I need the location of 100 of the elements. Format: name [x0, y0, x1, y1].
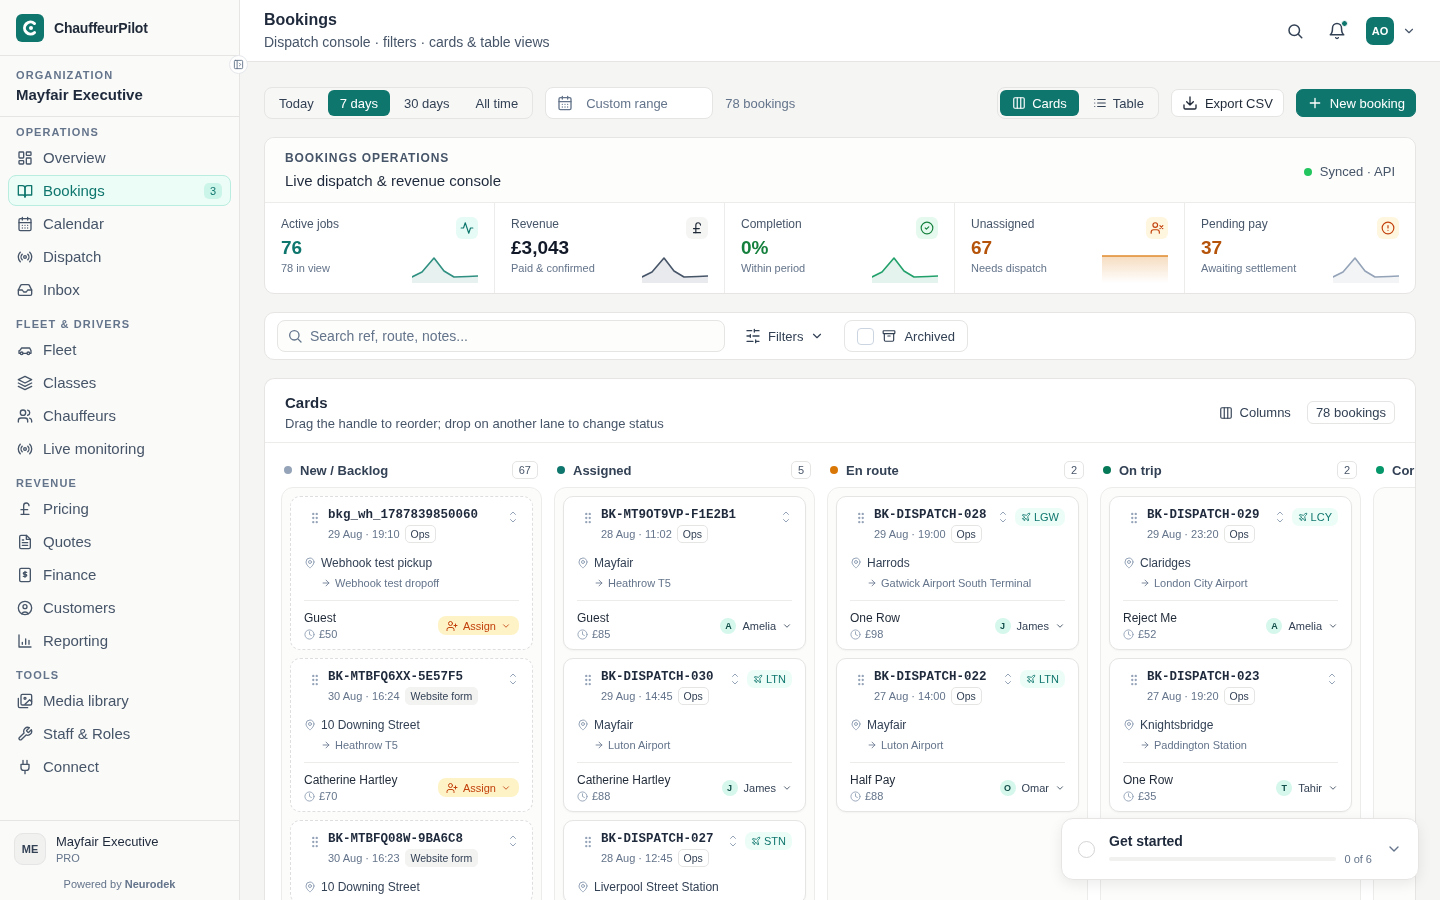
booking-ref: bkg_wh_1787839850060: [328, 508, 480, 522]
section-title: REVENUE: [15, 476, 78, 491]
sidebar-item-label: Classes: [43, 374, 98, 391]
sidebar-item[interactable]: Calendar: [8, 208, 231, 239]
sidebar-item[interactable]: Media library: [8, 685, 231, 716]
sidebar-item[interactable]: Customers: [8, 592, 231, 623]
export-csv-button[interactable]: Export CSV: [1170, 89, 1284, 117]
source-tag: Ops: [676, 525, 708, 543]
account-avatar[interactable]: ME: [14, 833, 46, 865]
sidebar-item[interactable]: Fleet: [8, 334, 231, 365]
bookings-count: 78 bookings: [725, 95, 796, 111]
columns-icon: [1012, 96, 1027, 110]
price: £52: [1138, 628, 1157, 640]
booking-card[interactable]: BK-DISPATCH-023 27 Aug · 19:20 Ops Knightsbridge Paddington Station One Row £35 T Tahir: [1109, 658, 1352, 812]
plane-icon: [1020, 512, 1031, 522]
sidebar-item[interactable]: Chauffeurs: [8, 400, 231, 431]
customer-name: Guest: [304, 611, 337, 625]
sidebar-item[interactable]: Pricing: [8, 493, 231, 524]
sidebar-item[interactable]: Quotes: [8, 526, 231, 557]
booking-card[interactable]: BK-MTBFQ6XX-5E57F5 30 Aug · 16:24 Website form 10 Downing Street Heathrow T5 Catherine Hartley £70 Assign: [290, 658, 533, 812]
sidebar-item-label: Fleet: [43, 341, 78, 358]
driver-select[interactable]: J James: [721, 779, 792, 796]
org-label: ORGANIZATION: [16, 69, 115, 81]
booking-card[interactable]: bkg_wh_1787839850060 29 Aug · 19:10 Ops Webhook test pickup Webhook test dropoff Guest £50 Assign: [290, 496, 533, 650]
source-tag: Ops: [1223, 525, 1255, 543]
booking-time: 30 Aug · 16:24: [328, 690, 400, 702]
sidebar-item-label: Pricing: [43, 500, 90, 517]
sidebar-item[interactable]: Inbox: [8, 274, 231, 305]
booking-card[interactable]: BK-DISPATCH-027 28 Aug · 12:45 Ops STN Liverpool Street Station: [563, 820, 806, 900]
source-tag: Ops: [1223, 687, 1255, 705]
view-tab[interactable]: Table: [1080, 90, 1156, 116]
source-tag: Ops: [404, 525, 436, 543]
kpi-value: 67: [971, 237, 994, 259]
kpi-value: £3,043: [511, 237, 571, 259]
sidebar-item-label: Connect: [43, 758, 100, 775]
pin-icon: [1123, 719, 1135, 731]
kpi-value: 76: [281, 237, 304, 259]
driver-select[interactable]: J James: [994, 617, 1065, 634]
sidebar-item[interactable]: Live monitoring: [8, 433, 231, 464]
sidebar-item[interactable]: Dispatch: [8, 241, 231, 272]
range-tab[interactable]: 7 days: [327, 90, 390, 116]
booking-ref: BK-MT9OT9VP-F1E2B1: [601, 508, 738, 522]
download-icon: [1181, 95, 1198, 111]
collapse-sidebar-button[interactable]: [229, 55, 248, 74]
user-plus-icon: [445, 781, 458, 794]
booking-time: 29 Aug · 23:20: [1147, 528, 1219, 540]
sidebar-item[interactable]: Bookings 3: [8, 175, 231, 206]
dropoff-location: Luton Airport: [881, 739, 944, 751]
sidebar-item[interactable]: Staff & Roles: [8, 718, 231, 749]
booking-card[interactable]: BK-DISPATCH-022 27 Aug · 14:00 Ops LTN Mayfair Luton Airport Half Pay £88 O Omar: [836, 658, 1079, 812]
pickup-location: Mayfair: [594, 718, 634, 732]
source-tag: Website form: [404, 849, 479, 867]
clock-icon: [850, 628, 861, 640]
sidebar-item-label: Staff & Roles: [43, 725, 132, 742]
customer-name: One Row: [850, 611, 901, 625]
driver-select[interactable]: A Amelia: [720, 617, 792, 634]
sidebar-item[interactable]: Reporting: [8, 625, 231, 656]
new-booking-button[interactable]: New booking: [1295, 89, 1416, 117]
filters-button[interactable]: Filters: [739, 324, 831, 348]
driver-avatar: J: [721, 779, 738, 796]
sidebar-item[interactable]: Overview: [8, 142, 231, 173]
kpi-caption: Needs dispatch: [971, 262, 1047, 274]
sidebar-panel-icon: [233, 59, 244, 70]
archived-toggle[interactable]: Archived: [844, 320, 968, 352]
view-tab[interactable]: Cards: [1000, 90, 1079, 116]
booking-card[interactable]: BK-DISPATCH-028 29 Aug · 19:00 Ops LGW Harrods Gatwick Airport South Terminal One Row £98 J James: [836, 496, 1079, 650]
assign-button[interactable]: Assign: [437, 616, 519, 635]
range-tab[interactable]: 30 days: [392, 90, 462, 116]
driver-select[interactable]: A Amelia: [1266, 617, 1338, 634]
search-field[interactable]: Search ref, route, notes...: [277, 320, 725, 352]
search-icon: [287, 328, 303, 344]
driver-avatar: J: [994, 617, 1011, 634]
page-title: Bookings: [264, 11, 338, 29]
columns-icon: [1218, 405, 1233, 420]
range-tab[interactable]: Today: [267, 90, 326, 116]
booking-ref: BK-DISPATCH-027: [601, 832, 715, 846]
sidebar-item-label: Media library: [43, 692, 130, 709]
customer-name: Half Pay: [850, 773, 896, 787]
driver-select[interactable]: T Tahir: [1276, 779, 1338, 796]
checkbox[interactable]: [857, 327, 875, 345]
count-badge: 67: [511, 461, 538, 479]
user-menu-button[interactable]: AO: [1366, 16, 1416, 45]
booking-card[interactable]: BK-DISPATCH-029 29 Aug · 23:20 Ops LCY Claridges London City Airport Reject Me £52 A Amelia: [1109, 496, 1352, 650]
booking-card[interactable]: BK-MTBFQ08W-9BA6C8 30 Aug · 16:23 Website form 10 Downing Street: [290, 820, 533, 900]
sidebar-item-label: Live monitoring: [43, 440, 146, 457]
sidebar-item-label: Chauffeurs: [43, 407, 118, 424]
range-tab[interactable]: All time: [463, 90, 531, 116]
airport-tag: LTN: [747, 670, 792, 688]
sidebar-item[interactable]: Classes: [8, 367, 231, 398]
org-name: Mayfair Executive: [16, 86, 144, 103]
section-title: OPERATIONS: [15, 125, 100, 140]
booking-card[interactable]: BK-MT9OT9VP-F1E2B1 28 Aug · 11:02 Ops Mayfair Heathrow T5 Guest £85 A Amelia: [563, 496, 806, 650]
driver-select[interactable]: O Omar: [999, 779, 1065, 796]
sidebar-item[interactable]: Finance: [8, 559, 231, 590]
assign-button[interactable]: Assign: [437, 778, 519, 797]
date-range-field[interactable]: Custom range: [545, 87, 714, 119]
booking-card[interactable]: BK-DISPATCH-030 29 Aug · 14:45 Ops LTN Mayfair Luton Airport Catherine Hartley £88 J James: [563, 658, 806, 812]
sidebar-item[interactable]: Connect: [8, 751, 231, 782]
columns-button[interactable]: Columns: [1212, 401, 1297, 424]
archive-icon: [882, 329, 897, 343]
